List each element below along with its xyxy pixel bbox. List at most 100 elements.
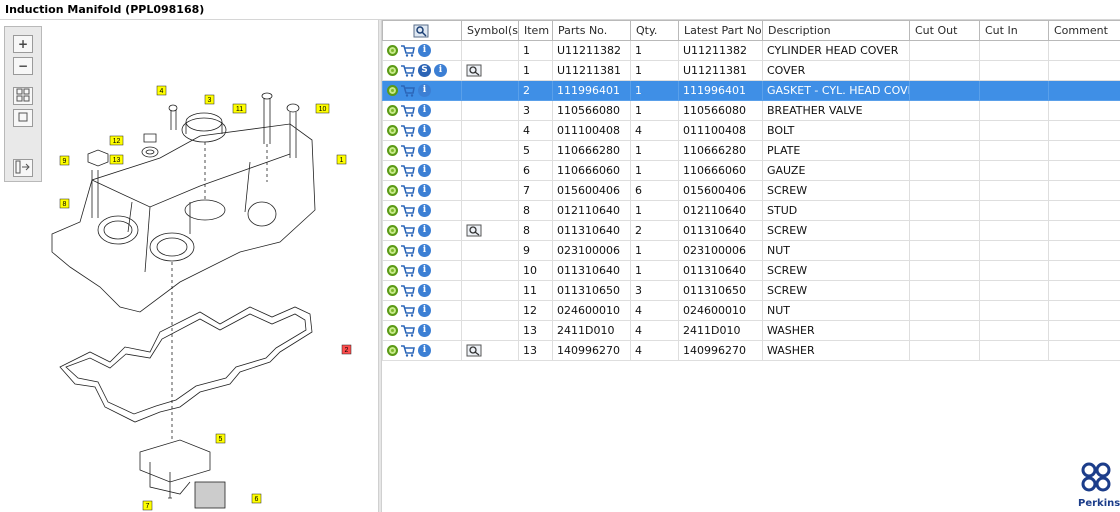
gear-icon[interactable] [387,185,398,197]
callout-8[interactable]: 8 [63,201,67,208]
cart-icon[interactable] [401,205,415,217]
info-icon[interactable]: i [418,84,431,98]
col-header-qty[interactable]: Qty. [630,20,679,41]
cart-icon[interactable] [401,85,415,97]
gear-icon[interactable] [387,65,398,77]
col-header-cut-out[interactable]: Cut Out [909,20,980,41]
info-icon[interactable]: i [418,264,431,278]
table-row[interactable]: Si 1 U11211381 1 U11211381 COVER [382,60,1120,81]
magnifier-icon[interactable] [413,24,429,38]
callout-2[interactable]: 2 [345,347,349,354]
cart-icon[interactable] [401,325,415,337]
info-icon[interactable]: i [418,204,431,218]
col-header-parts-no[interactable]: Parts No. [552,20,631,41]
view-drawing-icon[interactable] [466,224,482,237]
callout-6[interactable]: 6 [255,496,259,503]
col-header-latest-part-no[interactable]: Latest Part No. [678,20,763,41]
table-row[interactable]: i 3 110566080 1 110566080 BREATHER VALVE [382,100,1120,121]
cart-icon[interactable] [401,45,415,57]
info-icon[interactable]: i [418,284,431,298]
gear-icon[interactable] [387,345,398,357]
info-icon[interactable]: i [418,324,431,338]
view-drawing-icon[interactable] [466,344,482,357]
search-column-header[interactable] [382,20,462,41]
col-header-description[interactable]: Description [762,20,910,41]
col-header-symbols[interactable]: Symbol(s) [461,20,519,41]
table-row[interactable]: i 12 024600010 4 024600010 NUT [382,300,1120,321]
col-header-comment[interactable]: Comment [1048,20,1120,41]
gear-icon[interactable] [387,205,398,217]
callout-13[interactable]: 13 [113,157,121,164]
col-header-cut-in[interactable]: Cut In [979,20,1049,41]
callout-3[interactable]: 3 [208,97,212,104]
exploded-parts-diagram[interactable]: 4 3 11 10 1 12 13 9 8 2 5 6 7 [40,62,360,512]
view-drawing-icon[interactable] [466,64,482,77]
callout-1[interactable]: 1 [340,157,344,164]
table-row[interactable]: i 2 111996401 1 111996401 GASKET - CYL. HEAD … [382,80,1120,101]
fit-page-icon[interactable] [13,109,33,127]
zoom-out-button[interactable]: − [13,57,33,75]
info-icon[interactable]: i [418,344,431,358]
gear-icon[interactable] [387,245,398,257]
info-icon[interactable]: i [418,44,431,58]
table-row[interactable]: i 4 011100408 4 011100408 BOLT [382,120,1120,141]
diagram-panel[interactable]: + − 4 3 11 10 1 12 13 9 8 2 5 6 7 [0,20,378,512]
table-row[interactable]: i 10 011310640 1 011310640 SCREW [382,260,1120,281]
gear-icon[interactable] [387,325,398,337]
table-row[interactable]: i 8 012110640 1 012110640 STUD [382,200,1120,221]
gear-icon[interactable] [387,265,398,277]
gear-icon[interactable] [387,225,398,237]
gear-icon[interactable] [387,85,398,97]
callout-7[interactable]: 7 [146,503,150,510]
table-row[interactable]: i 8 011310640 2 011310640 SCREW [382,220,1120,241]
gear-icon[interactable] [387,145,398,157]
gear-icon[interactable] [387,45,398,57]
cart-icon[interactable] [401,305,415,317]
callout-10[interactable]: 10 [319,106,327,113]
table-row[interactable]: i 5 110666280 1 110666280 PLATE [382,140,1120,161]
cart-icon[interactable] [401,265,415,277]
info-icon[interactable]: i [418,224,431,238]
cart-icon[interactable] [401,125,415,137]
symbol-s-icon[interactable]: S [418,64,431,78]
info-icon[interactable]: i [418,244,431,258]
cart-icon[interactable] [401,225,415,237]
cart-icon[interactable] [401,285,415,297]
callout-11[interactable]: 11 [236,106,243,113]
callout-4[interactable]: 4 [160,88,164,95]
table-row[interactable]: i 13 2411D010 4 2411D010 WASHER [382,320,1120,341]
cart-icon[interactable] [401,185,415,197]
fit-grid-icon[interactable] [13,87,33,105]
cart-icon[interactable] [401,245,415,257]
cart-icon[interactable] [401,105,415,117]
cart-icon[interactable] [401,65,415,77]
gear-icon[interactable] [387,125,398,137]
latest-part-no-cell: 110566080 [678,100,763,121]
table-row[interactable]: i 1 U11211382 1 U11211382 CYLINDER HEAD COVER [382,40,1120,61]
info-icon[interactable]: i [418,104,431,118]
gear-icon[interactable] [387,305,398,317]
info-icon[interactable]: i [418,144,431,158]
info-icon[interactable]: i [434,64,447,78]
callout-5[interactable]: 5 [219,436,223,443]
gear-icon[interactable] [387,285,398,297]
info-icon[interactable]: i [418,184,431,198]
gear-icon[interactable] [387,105,398,117]
cart-icon[interactable] [401,345,415,357]
callout-9[interactable]: 9 [63,158,67,165]
table-row[interactable]: i 11 011310650 3 011310650 SCREW [382,280,1120,301]
table-row[interactable]: i 13 140996270 4 140996270 WASHER [382,340,1120,361]
callout-12[interactable]: 12 [113,138,121,145]
info-icon[interactable]: i [418,164,431,178]
table-row[interactable]: i 7 015600406 6 015600406 SCREW [382,180,1120,201]
table-row[interactable]: i 9 023100006 1 023100006 NUT [382,240,1120,261]
info-icon[interactable]: i [418,304,431,318]
list-toggle-icon[interactable] [13,159,33,177]
table-row[interactable]: i 6 110666060 1 110666060 GAUZE [382,160,1120,181]
col-header-item[interactable]: Item [518,20,553,41]
gear-icon[interactable] [387,165,398,177]
cart-icon[interactable] [401,145,415,157]
zoom-in-button[interactable]: + [13,35,33,53]
cart-icon[interactable] [401,165,415,177]
info-icon[interactable]: i [418,124,431,138]
